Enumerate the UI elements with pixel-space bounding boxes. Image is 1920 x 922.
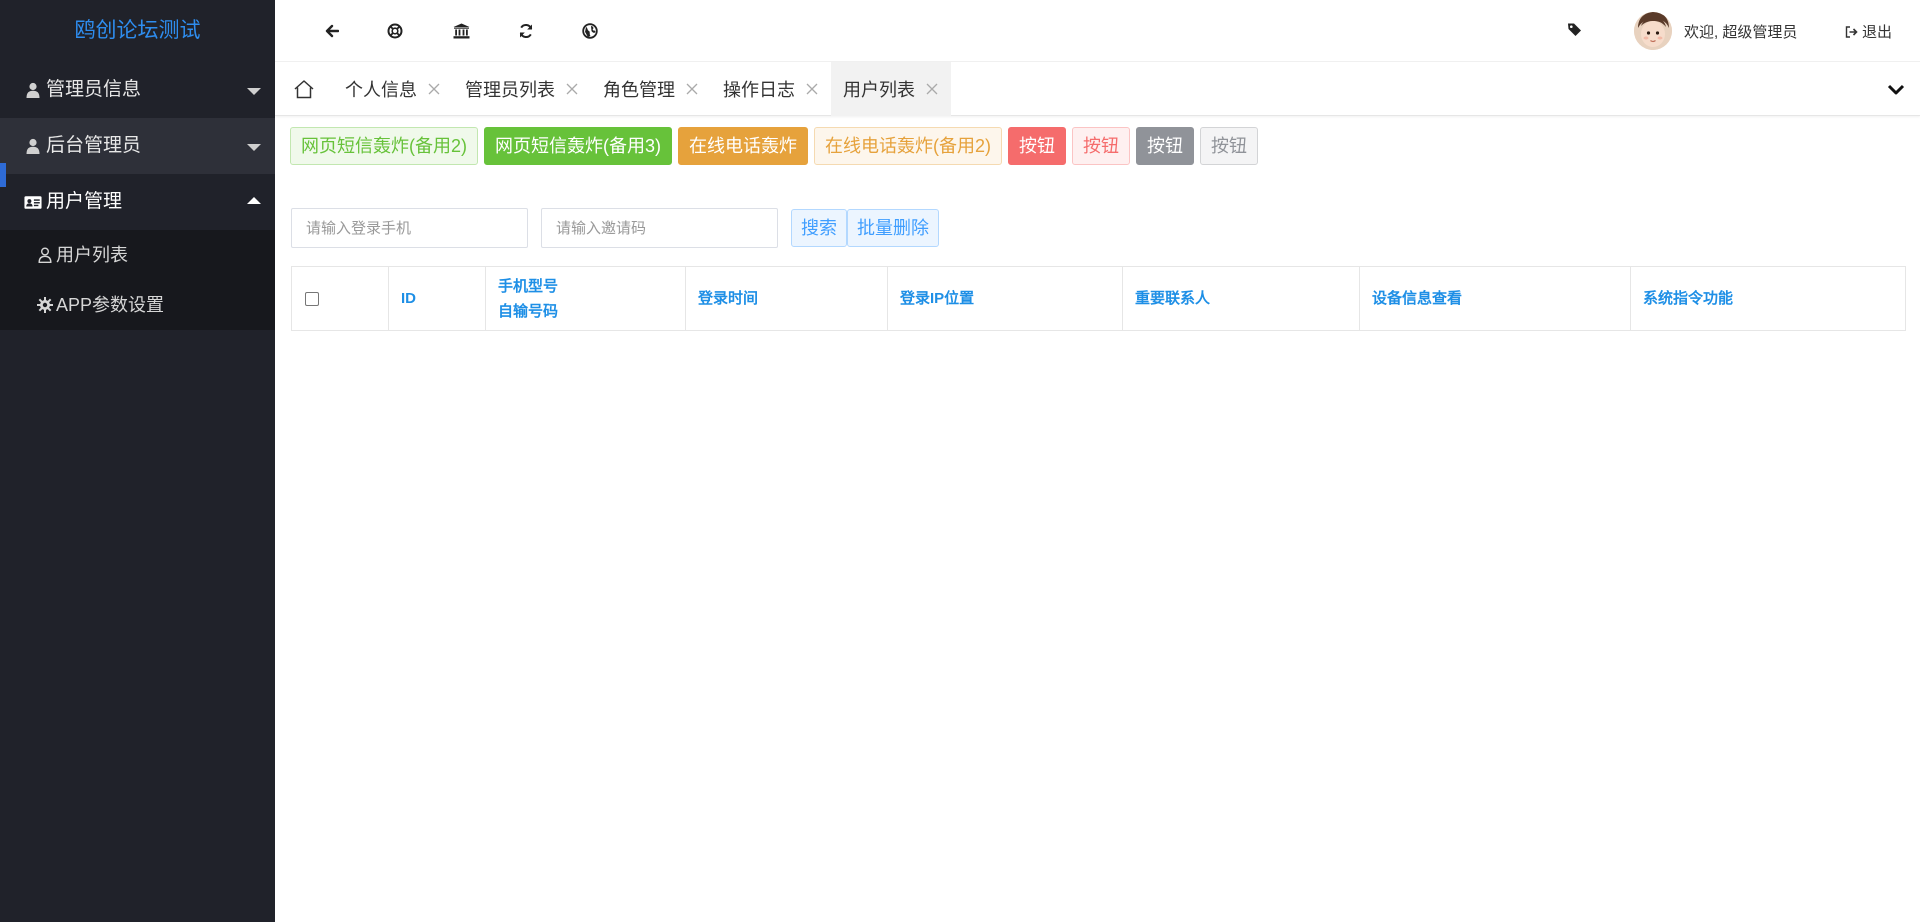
- sidebar-group-user-management[interactable]: 用户管理: [0, 174, 275, 230]
- tab-bar: 个人信息 管理员列表 角色管理 操作日志 用户列表: [275, 62, 1920, 116]
- tab-personal-info[interactable]: 个人信息: [333, 62, 453, 116]
- sidebar-group-admin-info[interactable]: 管理员信息: [0, 62, 275, 118]
- column-header-device-info: 设备信息查看: [1359, 266, 1631, 331]
- sidebar-group-backend-admin[interactable]: 后台管理员: [0, 118, 275, 174]
- phone-search-input[interactable]: [291, 208, 528, 248]
- tab-admin-list[interactable]: 管理员列表: [453, 62, 591, 116]
- close-icon[interactable]: [925, 82, 939, 96]
- id-card-icon: [24, 193, 42, 211]
- close-icon[interactable]: [427, 82, 441, 96]
- tab-label: 角色管理: [603, 80, 675, 100]
- welcome-text: 欢迎, 超级管理员: [1684, 24, 1798, 41]
- user-icon: [24, 81, 42, 99]
- logout-link[interactable]: 退出: [1845, 21, 1892, 42]
- user-icon: [24, 137, 42, 155]
- select-all-checkbox[interactable]: [305, 292, 319, 307]
- tab-role-management[interactable]: 角色管理: [591, 62, 711, 116]
- danger-plain-button[interactable]: 按钮: [1072, 127, 1130, 165]
- home-tab[interactable]: [275, 62, 333, 116]
- column-header-login-time: 登录时间: [685, 266, 888, 331]
- tab-operation-log[interactable]: 操作日志: [711, 62, 831, 116]
- sidebar-submenu: 用户列表 APP参数设置: [0, 230, 275, 330]
- active-marker: [0, 163, 6, 187]
- sidebar-item-app-settings[interactable]: APP参数设置: [0, 280, 275, 330]
- search-bar: 搜索 批量删除: [291, 208, 939, 248]
- select-all-cell: [291, 266, 389, 331]
- info-plain-button[interactable]: 按钮: [1200, 127, 1258, 165]
- user-outline-icon: [37, 247, 53, 263]
- close-icon[interactable]: [805, 82, 819, 96]
- tab-label: 管理员列表: [465, 80, 555, 100]
- sidebar-group-label: 用户管理: [46, 191, 123, 212]
- tab-label: 个人信息: [345, 80, 417, 100]
- search-button[interactable]: 搜索: [791, 209, 847, 247]
- sidebar: 鸥创论坛测试 管理员信息 后台管理员 用户管理 用户列表 APP参数设置: [0, 0, 275, 922]
- column-header-important-contacts: 重要联系人: [1122, 266, 1360, 331]
- logout-label: 退出: [1862, 24, 1893, 41]
- sidebar-group-label: 后台管理员: [46, 135, 142, 156]
- column-header-login-ip: 登录IP位置: [887, 266, 1123, 331]
- sms-bomb-backup2-button[interactable]: 网页短信轰炸(备用2): [290, 127, 478, 165]
- phone-bomb-button[interactable]: 在线电话轰炸: [678, 127, 808, 165]
- tab-list: 个人信息 管理员列表 角色管理 操作日志 用户列表: [333, 62, 951, 116]
- sidebar-item-user-list[interactable]: 用户列表: [0, 230, 275, 280]
- gear-icon: [37, 297, 53, 313]
- column-header-id: ID: [388, 266, 486, 331]
- close-icon[interactable]: [565, 82, 579, 96]
- tab-user-list[interactable]: 用户列表: [831, 62, 951, 116]
- tab-label: 操作日志: [723, 80, 795, 100]
- sidebar-group-label: 管理员信息: [46, 79, 142, 100]
- invite-code-input[interactable]: [541, 208, 778, 248]
- refresh-icon[interactable]: [516, 21, 536, 41]
- tag-icon[interactable]: [1567, 22, 1585, 40]
- sms-bomb-backup3-button[interactable]: 网页短信轰炸(备用3): [484, 127, 672, 165]
- user-table: ID 手机型号 自输号码 登录时间 登录IP位置 重要联系人 设备信息查看 系统指…: [291, 266, 1906, 331]
- close-icon[interactable]: [685, 82, 699, 96]
- tab-label: 用户列表: [843, 80, 915, 100]
- table-header-row: ID 手机型号 自输号码 登录时间 登录IP位置 重要联系人 设备信息查看 系统指…: [291, 266, 1906, 331]
- caret-down-icon: [247, 88, 261, 95]
- globe-icon[interactable]: [580, 21, 600, 41]
- lifebuoy-icon[interactable]: [385, 21, 405, 41]
- caret-up-icon: [247, 197, 261, 204]
- caret-down-icon: [247, 144, 261, 151]
- chevron-down-icon[interactable]: [1886, 80, 1906, 100]
- sidebar-item-label: APP参数设置: [56, 295, 165, 315]
- batch-delete-button[interactable]: 批量删除: [847, 209, 939, 247]
- action-buttons: 网页短信轰炸(备用2) 网页短信轰炸(备用3) 在线电话轰炸 在线电话轰炸(备用…: [290, 127, 1264, 165]
- app-logo[interactable]: 鸥创论坛测试: [0, 0, 275, 62]
- avatar[interactable]: [1634, 12, 1672, 50]
- arrow-left-icon[interactable]: [322, 21, 342, 41]
- info-button[interactable]: 按钮: [1136, 127, 1194, 165]
- danger-button[interactable]: 按钮: [1008, 127, 1066, 165]
- sidebar-item-label: 用户列表: [56, 245, 128, 265]
- phone-bomb-backup2-button[interactable]: 在线电话轰炸(备用2): [814, 127, 1002, 165]
- top-header: 欢迎, 超级管理员 退出: [275, 0, 1920, 62]
- bank-icon[interactable]: [451, 21, 471, 41]
- home-icon: [294, 80, 314, 99]
- column-header-system-commands: 系统指令功能: [1630, 266, 1906, 331]
- sign-out-icon: [1845, 25, 1858, 38]
- column-header-phone-model: 手机型号 自输号码: [485, 266, 686, 331]
